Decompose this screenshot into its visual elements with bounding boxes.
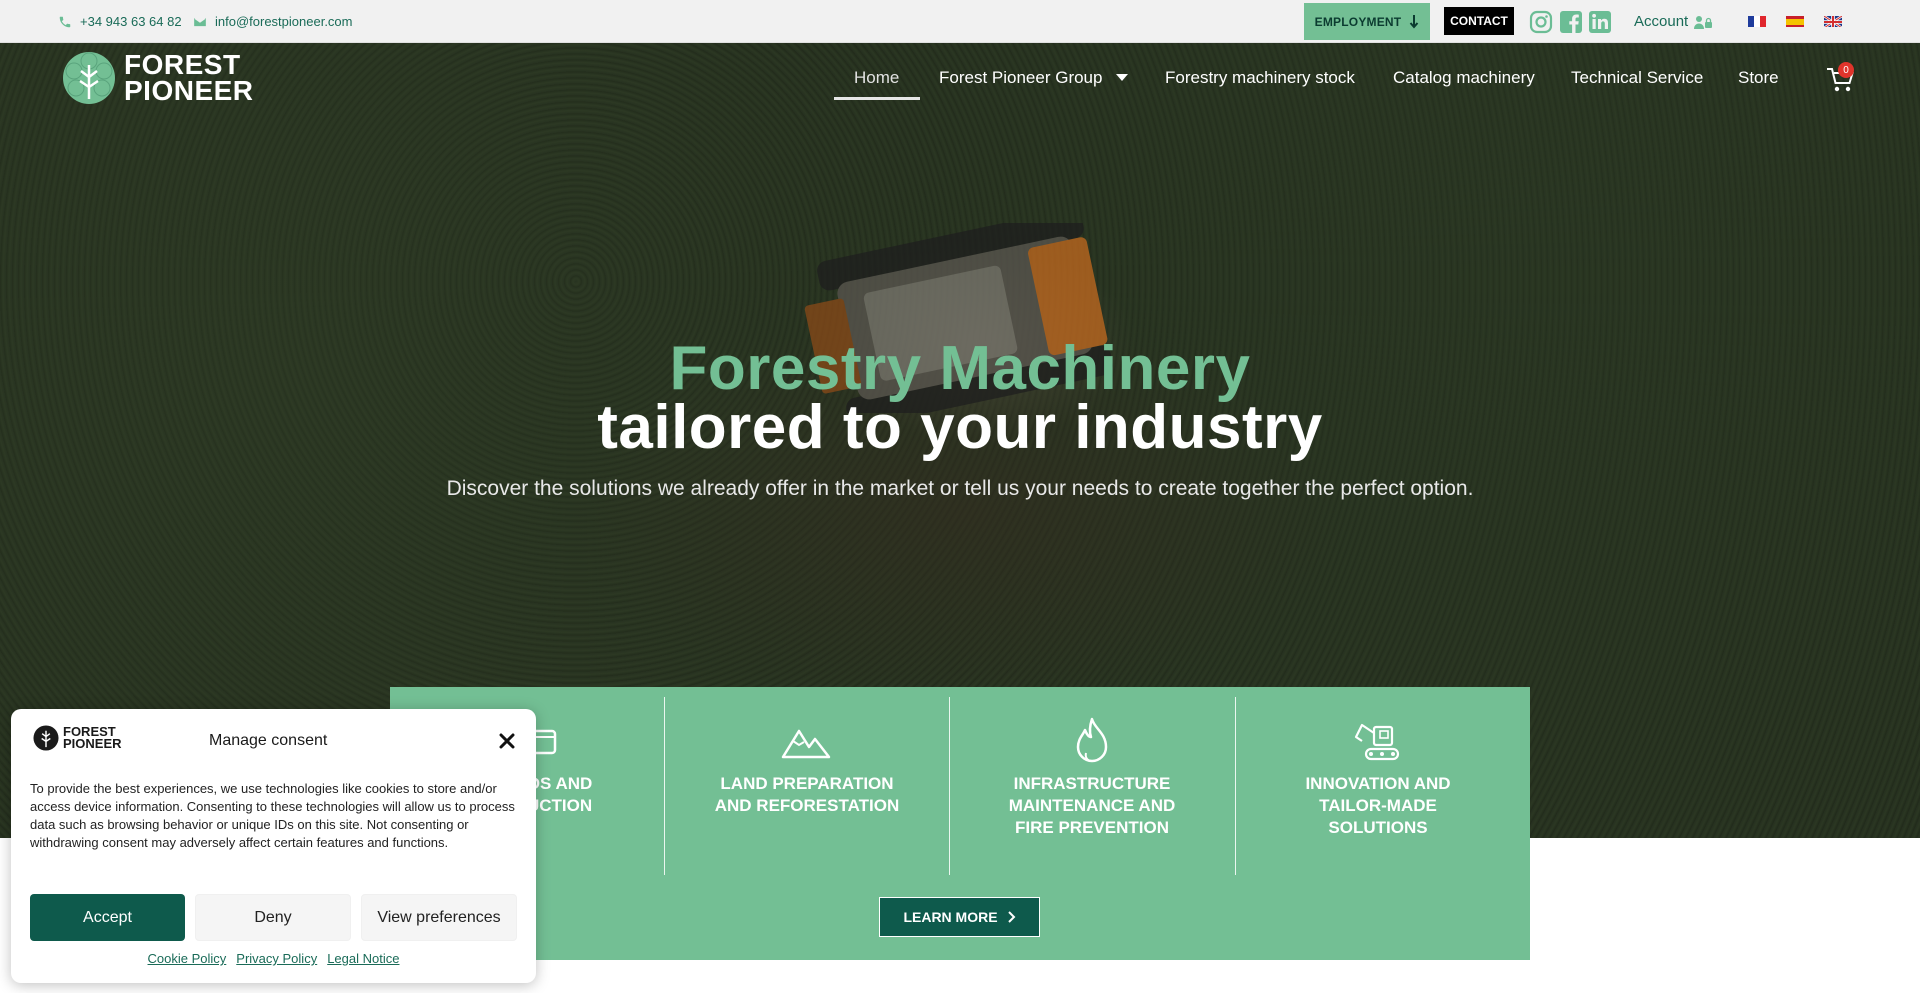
excavator-icon [1354,723,1400,761]
cookie-policy-link[interactable]: Cookie Policy [148,951,227,966]
employment-button[interactable]: EMPLOYMENT [1304,3,1430,40]
learn-more-label: LEARN MORE [903,909,998,925]
nav-item-forest-pioneer-group[interactable]: Forest Pioneer Group [939,58,1129,98]
hero-title-main: tailored to your industry [597,393,1323,462]
service-label: INNOVATION AND TAILOR-MADE SOLUTIONS [1305,774,1451,837]
cookie-title: Manage consent [209,732,328,749]
account-link[interactable]: Account [1634,0,1713,43]
cookie-logo-line-2: PIONEER [63,736,122,751]
cart-count-badge: 0 [1838,62,1854,78]
mountains-icon [781,729,831,759]
nav-label-group: Forest Pioneer Group [939,68,1103,87]
close-icon[interactable] [497,731,517,751]
service-land-preparation[interactable]: LAND PREPARATION AND REFORESTATION [665,697,949,875]
cookie-logo: FOREST PIONEER [33,725,122,751]
phone-contact[interactable]: +34 943 63 64 82 [58,0,182,43]
contact-button[interactable]: CONTACT [1444,7,1514,35]
cookie-consent-dialog: FOREST PIONEER Manage consent To provide… [11,709,536,983]
main-navigation: Home Forest Pioneer Group Forestry machi… [0,58,1920,98]
nav-label-catalog: Catalog machinery [1393,68,1535,87]
flag-fr-icon[interactable] [1748,15,1766,27]
cookie-policy-links: Cookie Policy Privacy Policy Legal Notic… [11,951,536,966]
nav-item-store[interactable]: Store [1738,58,1779,98]
nav-item-home[interactable]: Home [854,58,899,98]
nav-active-underline [834,97,920,100]
top-bar: +34 943 63 64 82 info@forestpioneer.com … [0,0,1920,43]
chevron-right-icon [1007,911,1015,923]
services-panel: BOARDS AND PRODUCTION LAND PREPARATION A… [390,687,1530,960]
nav-label-home: Home [854,68,900,87]
cookie-description: To provide the best experiences, we use … [30,781,515,850]
user-lock-icon [1694,15,1713,29]
learn-more-button[interactable]: LEARN MORE [879,897,1040,937]
deny-button[interactable]: Deny [195,894,351,941]
flag-es-icon[interactable] [1786,15,1804,27]
view-preferences-button[interactable]: View preferences [361,894,517,941]
privacy-policy-link[interactable]: Privacy Policy [236,951,317,966]
phone-number: +34 943 63 64 82 [80,14,182,29]
phone-icon [59,16,71,27]
accept-button[interactable]: Accept [30,894,185,941]
employment-label: EMPLOYMENT [1314,14,1402,29]
envelope-icon [194,17,206,26]
service-infrastructure[interactable]: INFRASTRUCTURE MAINTENANCE AND FIRE PREV… [950,697,1234,875]
caret-down-icon [1116,74,1129,81]
nav-label-technical: Technical Service [1571,68,1704,87]
service-label: LAND PREPARATION AND REFORESTATION [714,774,900,815]
nav-label-stock: Forestry machinery stock [1165,68,1355,87]
email-contact[interactable]: info@forestpioneer.com [193,0,353,43]
account-label: Account [1634,13,1689,30]
legal-notice-link[interactable]: Legal Notice [327,951,399,966]
nav-item-machinery-stock[interactable]: Forestry machinery stock [1165,58,1355,98]
email-address: info@forestpioneer.com [215,14,353,29]
tree-logo-icon [33,725,59,751]
contact-label: CONTACT [1450,14,1508,28]
instagram-icon[interactable] [1529,10,1553,34]
flag-en-icon[interactable] [1824,15,1842,27]
hero-subtitle: Discover the solutions we already offer … [446,477,1474,500]
flame-icon [1076,717,1108,763]
linkedin-icon[interactable] [1588,10,1612,34]
service-innovation[interactable]: INNOVATION AND TAILOR-MADE SOLUTIONS [1236,697,1520,875]
nav-item-catalog[interactable]: Catalog machinery [1393,58,1535,98]
arrow-down-icon [1410,14,1419,29]
service-label: INFRASTRUCTURE MAINTENANCE AND FIRE PREV… [1008,774,1176,837]
nav-label-store: Store [1738,68,1779,87]
nav-item-technical-service[interactable]: Technical Service [1571,58,1703,98]
facebook-icon[interactable] [1559,10,1583,34]
